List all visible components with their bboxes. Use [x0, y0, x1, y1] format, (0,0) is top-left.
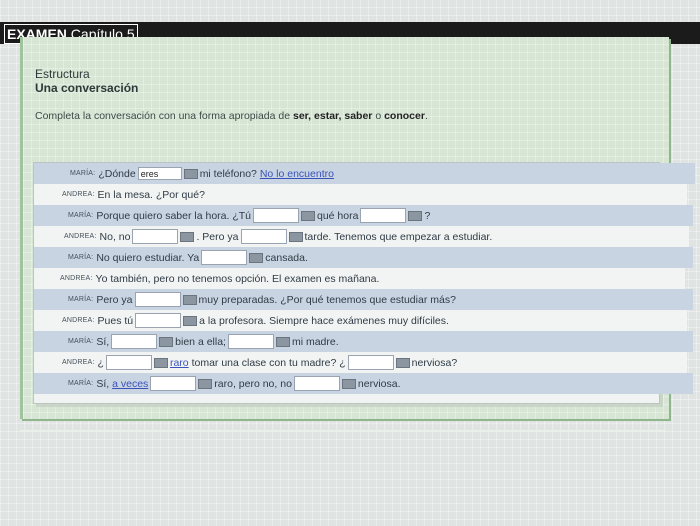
keyboard-icon[interactable] — [159, 336, 174, 347]
dialogue-text: bien a ella; — [175, 335, 226, 348]
answer-input[interactable] — [347, 355, 394, 370]
table-row: MARÍA: Sí, a veces raro, pero no, no ner… — [34, 373, 693, 394]
dialogue-text: . Pero ya — [196, 230, 239, 243]
speaker-label: MARÍA: — [68, 338, 94, 345]
keyboard-icon[interactable] — [341, 378, 356, 389]
instructions-verb-last: conocer — [384, 110, 425, 122]
dialogue-text: tarde. Tenemos que empezar a estudiar. — [304, 230, 493, 243]
dialogue-text: nerviosa. — [357, 377, 401, 390]
keyboard-icon[interactable] — [198, 378, 213, 389]
instructions-text: o — [372, 110, 385, 122]
speaker-label: MARÍA: — [70, 170, 96, 177]
table-row: MARÍA: ¿Dónde eres mi teléfono? No lo en… — [34, 163, 695, 184]
instructions-text: . — [424, 110, 428, 122]
answer-input[interactable] — [240, 229, 287, 244]
section-subtitle: Una conversación — [35, 81, 139, 95]
instructions: Completa la conversación con una forma a… — [35, 110, 428, 122]
keyboard-icon[interactable] — [275, 336, 290, 347]
dialogue-text: No, no — [99, 230, 131, 243]
dialogue-text: tomar una clase con tu madre? ¿ — [191, 356, 346, 369]
answer-input[interactable]: eres — [137, 167, 182, 180]
keyboard-icon[interactable] — [153, 357, 168, 368]
speaker-label: MARÍA: — [68, 296, 94, 303]
dialogue-text: Pues tú — [97, 314, 134, 327]
dialogue-text: cansada. — [265, 251, 308, 264]
dialogue-text: raro, pero no, no — [214, 377, 292, 390]
answer-input[interactable] — [227, 334, 274, 349]
answer-input[interactable] — [360, 208, 407, 223]
keyboard-icon[interactable] — [408, 210, 423, 221]
dialogue-text: Sí, — [96, 335, 110, 348]
keyboard-icon[interactable] — [288, 231, 303, 242]
keyboard-icon[interactable] — [183, 168, 198, 179]
instructions-verbs: ser, estar, saber — [293, 110, 373, 122]
answer-input[interactable] — [293, 376, 340, 391]
table-row: ANDREA: ¿ raro tomar una clase con tu ma… — [34, 352, 687, 373]
dialogue-link[interactable]: a veces — [112, 378, 148, 390]
dialogue-text: qué hora — [317, 209, 359, 222]
answer-input[interactable] — [135, 313, 182, 328]
keyboard-icon[interactable] — [182, 294, 197, 305]
dialogue-text: nerviosa? — [411, 356, 458, 369]
speaker-label: ANDREA: — [62, 191, 95, 198]
answer-input[interactable] — [253, 208, 299, 223]
instructions-text: Completa la conversación con una forma a… — [35, 110, 293, 122]
table-row: MARÍA: No quiero estudiar. Ya cansada. — [34, 247, 693, 268]
table-row: MARÍA: Sí, bien a ella; mi madre. — [34, 331, 693, 352]
dialogue-link[interactable]: No lo encuentro — [260, 168, 334, 180]
dialogue-text: mi teléfono? — [199, 167, 257, 180]
keyboard-icon[interactable] — [249, 252, 264, 263]
dialogue-text: ¿ — [97, 356, 104, 369]
table-row: ANDREA: Yo también, pero no tenemos opci… — [34, 268, 685, 289]
dialogue-text: Porque quiero saber la hora. ¿Tú — [96, 209, 251, 222]
dialogue-text: Sí, — [96, 377, 110, 390]
keyboard-icon[interactable] — [180, 231, 195, 242]
exam-panel: Estructura Una conversación Completa la … — [20, 37, 695, 419]
dialogue-text: Yo también, pero no tenemos opción. El e… — [95, 272, 380, 285]
dialogue-text: a la profesora. Siempre hace exámenes mu… — [199, 314, 449, 327]
answer-input[interactable] — [150, 376, 197, 391]
keyboard-icon[interactable] — [301, 210, 315, 221]
section-title: Estructura — [35, 67, 90, 81]
speaker-label: ANDREA: — [60, 275, 93, 282]
answer-input[interactable] — [132, 229, 179, 244]
panel-bottom-edge — [20, 430, 666, 432]
speaker-label: MARÍA: — [68, 380, 94, 387]
dialogue-text: ¿Dónde — [98, 167, 136, 180]
answer-input[interactable] — [134, 292, 181, 307]
answer-input[interactable] — [111, 334, 158, 349]
speaker-label: ANDREA: — [62, 359, 95, 366]
dialogue-text: muy preparadas. ¿Por qué tenemos que est… — [198, 293, 456, 306]
answer-input[interactable] — [201, 250, 248, 265]
table-row: ANDREA: No, no . Pero ya tarde. Tenemos … — [34, 226, 689, 247]
speaker-label: ANDREA: — [64, 233, 97, 240]
keyboard-icon[interactable] — [395, 357, 410, 368]
table-row: ANDREA: Pues tú a la profesora. Siempre … — [34, 310, 687, 331]
speaker-label: MARÍA: — [68, 212, 94, 219]
table-row: MARÍA: Pero ya muy preparadas. ¿Por qué … — [34, 289, 693, 310]
dialogue-link[interactable]: raro — [170, 357, 189, 369]
speaker-label: MARÍA: — [68, 254, 94, 261]
dialogue-text: No quiero estudiar. Ya — [96, 251, 200, 264]
answer-input[interactable] — [105, 355, 152, 370]
dialogue-text: ? — [424, 209, 431, 222]
dialogue-text: En la mesa. ¿Por qué? — [97, 188, 205, 201]
speaker-label: ANDREA: — [62, 317, 95, 324]
dialogue-text: Pero ya — [96, 293, 133, 306]
dialogue-text: mi madre. — [291, 335, 339, 348]
conversation-table: MARÍA: ¿Dónde eres mi teléfono? No lo en… — [33, 162, 695, 404]
table-row: MARÍA: Porque quiero saber la hora. ¿Tú … — [34, 205, 693, 226]
keyboard-icon[interactable] — [183, 315, 198, 326]
table-row: ANDREA: En la mesa. ¿Por qué? — [34, 184, 687, 205]
